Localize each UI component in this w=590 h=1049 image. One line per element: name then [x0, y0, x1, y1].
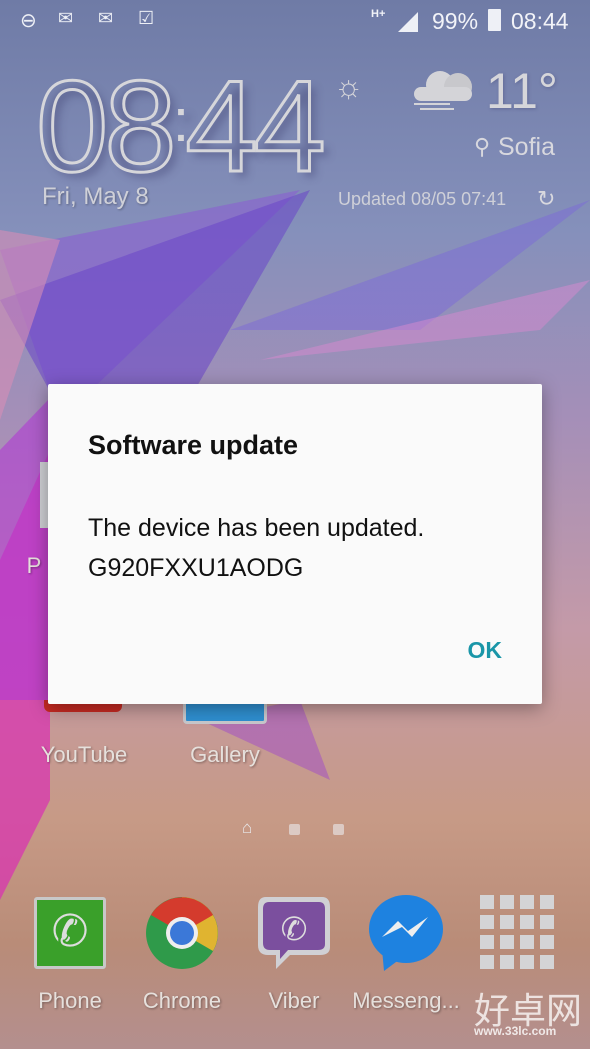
apps-grid-icon[interactable] — [480, 895, 556, 969]
temperature: 11° — [486, 63, 558, 119]
svg-text:✆: ✆ — [281, 911, 308, 947]
network-type: H+ — [371, 8, 386, 20]
phone-icon[interactable]: ✆ — [34, 897, 106, 969]
home-page-indicator[interactable]: ⌂ — [242, 818, 252, 838]
cloudy-fog-icon — [414, 71, 472, 110]
dialog-message: The device has been updated. — [88, 514, 425, 542]
date-label: Fri, May 8 — [42, 183, 149, 210]
city-label: Sofia — [498, 133, 555, 161]
clock-widget[interactable]: 08:44 — [35, 50, 328, 202]
signal-icon — [398, 12, 418, 32]
chrome-icon[interactable] — [145, 896, 219, 970]
clock-hours: 08 — [35, 52, 179, 201]
gmail-icon: ✉ — [58, 8, 74, 28]
refresh-icon[interactable]: ↻ — [537, 186, 555, 212]
location-pin-icon: ⚲ — [474, 134, 491, 159]
clipboard-check-icon: ☑ — [138, 8, 155, 28]
do-not-disturb-icon: ⊖ — [20, 10, 37, 32]
messenger-icon[interactable] — [366, 893, 446, 973]
dock-label-chrome[interactable]: Chrome — [122, 988, 242, 1014]
dock-label-messenger[interactable]: Messeng... — [346, 988, 466, 1014]
app-label-youtube[interactable]: YouTube — [24, 742, 144, 768]
page-dot[interactable] — [333, 824, 344, 835]
weather-updated: Updated 08/05 07:41 — [338, 189, 507, 209]
dialog-title: Software update — [88, 430, 299, 460]
viber-icon[interactable]: ✆ — [256, 893, 332, 973]
dialog-build-number: G920FXXU1AODG — [88, 554, 304, 582]
page-dot[interactable] — [289, 824, 300, 835]
status-time: 08:44 — [511, 8, 569, 34]
alarm-sun-icon: ☼ — [334, 68, 364, 104]
dock-label-viber[interactable]: Viber — [234, 988, 354, 1014]
email-icon: ✉ — [98, 8, 114, 28]
dock-label-phone[interactable]: Phone — [10, 988, 130, 1014]
app-label-gallery[interactable]: Gallery — [165, 742, 285, 768]
ok-button[interactable]: OK — [468, 637, 503, 664]
software-update-dialog: Software update The device has been upda… — [48, 384, 542, 704]
watermark-url: www.33lc.com — [474, 1024, 557, 1038]
battery-icon — [488, 9, 501, 31]
clock-minutes: 44 — [184, 52, 328, 201]
battery-percent: 99% — [432, 8, 479, 34]
